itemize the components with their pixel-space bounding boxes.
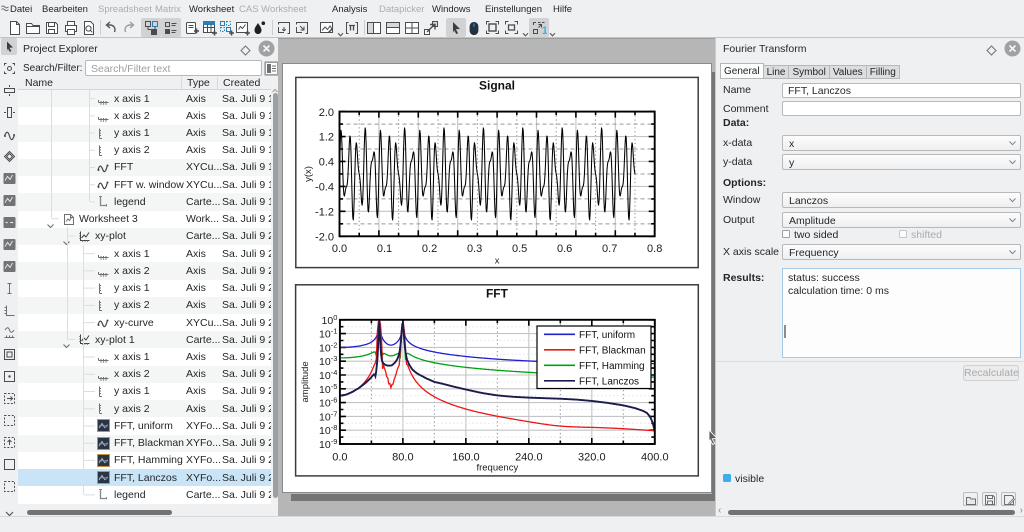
svg-text:-1.2: -1.2 <box>315 207 334 219</box>
svg-text:0.5: 0.5 <box>512 243 527 255</box>
svg-text:FFT, Blackman: FFT, Blackman <box>579 346 646 357</box>
svg-text:x: x <box>495 256 500 267</box>
svg-text:FFT, Lanczos: FFT, Lanczos <box>579 377 639 388</box>
svg-text:frequency: frequency <box>476 463 518 474</box>
svg-text:0.0: 0.0 <box>332 243 347 255</box>
svg-text:0.7: 0.7 <box>602 243 617 255</box>
svg-text:0.4: 0.4 <box>319 157 334 169</box>
svg-text:2.0: 2.0 <box>319 107 334 119</box>
svg-text:Signal: Signal <box>479 79 515 93</box>
svg-text:0.0: 0.0 <box>332 452 347 464</box>
svg-text:1: 1 <box>542 25 547 36</box>
svg-text:80.0: 80.0 <box>392 452 413 464</box>
svg-text:0.2: 0.2 <box>422 243 437 255</box>
svg-text:1.2: 1.2 <box>319 132 334 144</box>
svg-text:-0.4: -0.4 <box>315 182 334 194</box>
svg-text:0.6: 0.6 <box>557 243 572 255</box>
svg-text:0.1: 0.1 <box>377 243 392 255</box>
svg-text:FFT, Hamming: FFT, Hamming <box>579 361 645 372</box>
svg-text:FFT, uniform: FFT, uniform <box>579 330 635 341</box>
svg-text:320.0: 320.0 <box>578 452 606 464</box>
svg-text:240.0: 240.0 <box>515 452 543 464</box>
svg-text:FFT: FFT <box>486 286 509 300</box>
svg-text:0.8: 0.8 <box>647 243 662 255</box>
svg-text:amplitude: amplitude <box>300 361 311 402</box>
svg-text:-2.0: -2.0 <box>315 232 334 244</box>
svg-text:400.0: 400.0 <box>641 452 669 464</box>
svg-text:y(x): y(x) <box>303 166 314 182</box>
svg-text:0.3: 0.3 <box>467 243 482 255</box>
